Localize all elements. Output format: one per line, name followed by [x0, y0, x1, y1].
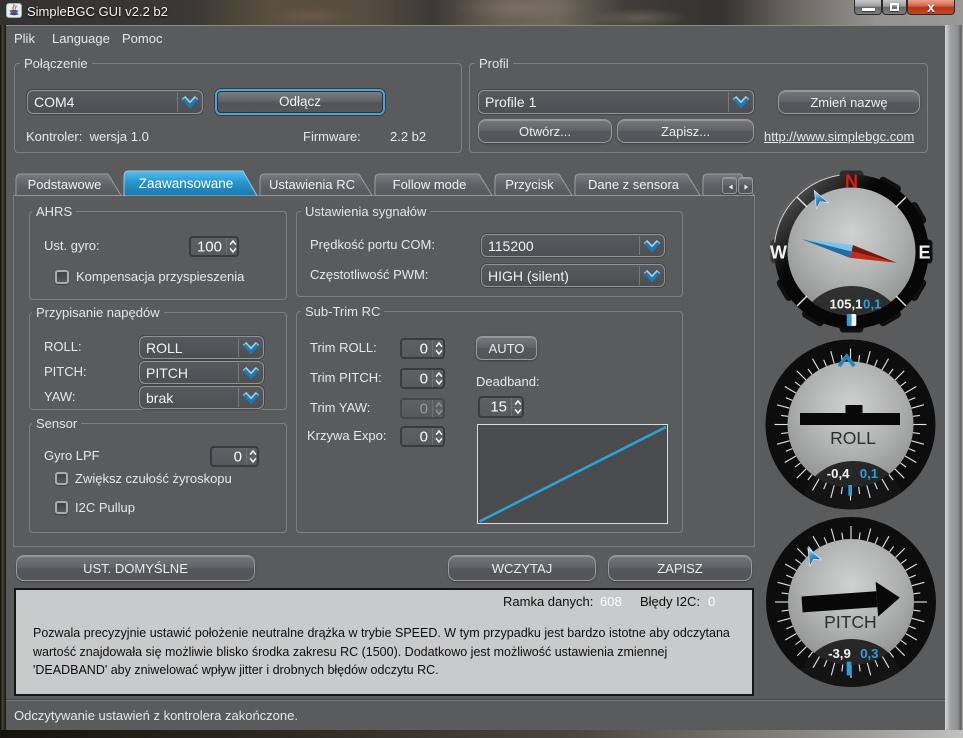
- svg-text:Dane z sensora: Dane z sensora: [588, 177, 680, 192]
- svg-text:ROLL: ROLL: [830, 428, 876, 448]
- svg-text:Ustawienia RC: Ustawienia RC: [269, 177, 355, 192]
- svg-text:W: W: [770, 243, 787, 263]
- svg-text:105,1: 105,1: [829, 297, 862, 312]
- svg-text:Follow mode: Follow mode: [393, 177, 467, 192]
- svg-text:0,3: 0,3: [860, 646, 878, 661]
- svg-text:-0,4: -0,4: [827, 466, 850, 481]
- svg-text:PITCH: PITCH: [824, 612, 877, 632]
- svg-text:Podstawowe: Podstawowe: [28, 177, 102, 192]
- svg-text:Zaawansowane: Zaawansowane: [139, 176, 234, 191]
- svg-text:Przycisk: Przycisk: [505, 177, 554, 192]
- svg-text:N: N: [845, 172, 858, 192]
- svg-text:0,1: 0,1: [863, 297, 881, 312]
- svg-text:-3,9: -3,9: [828, 646, 851, 661]
- svg-text:E: E: [918, 243, 930, 263]
- svg-text:0,1: 0,1: [860, 466, 878, 481]
